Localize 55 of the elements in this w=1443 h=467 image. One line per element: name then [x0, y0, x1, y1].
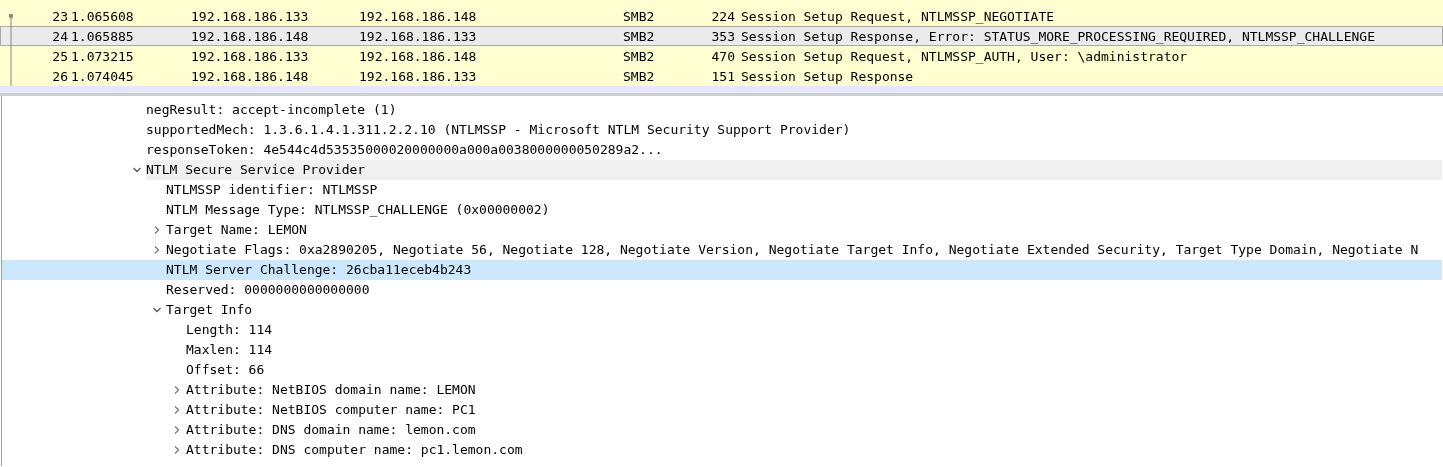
tree-item[interactable]: NTLM Secure Service Provider	[146, 160, 1442, 180]
destination-address: 192.168.186.133	[359, 28, 478, 44]
packet-info: Session Setup Response	[740, 68, 914, 84]
packet-time: 1.074045	[70, 68, 135, 84]
tree-item[interactable]: NTLM Message Type: NTLMSSP_CHALLENGE (0x00000002)	[166, 200, 1442, 220]
packet-number: 23	[51, 8, 68, 24]
packet-time: 1.065885	[70, 28, 135, 44]
packet-row[interactable]: 24 1.065885 192.168.186.148 192.168.186.133 SMB2 353 Session Setup Response, Error: STATUS_MORE_PROCESSING_REQUIRED, NTLMSSP_CHALLENGE	[0, 26, 1443, 46]
packet-number: 26	[51, 68, 68, 84]
tree-item[interactable]: negResult: accept-incomplete (1)	[146, 100, 1442, 120]
packet-length: 353	[711, 28, 735, 44]
packet-length: 151	[711, 68, 735, 84]
packet-length: 470	[711, 48, 735, 64]
tree-item[interactable]: Negotiate Flags: 0xa2890205, Negotiate 56, Negotiate 128, Negotiate Version, Negotiate Target Info, Negotiate Extended Security, Target Type Domain, Negotiate N	[166, 240, 1442, 260]
protocol-name: SMB2	[623, 68, 656, 84]
tree-item[interactable]: Offset: 66	[186, 360, 1442, 380]
destination-address: 192.168.186.148	[359, 48, 478, 64]
chevron-down-icon[interactable]	[132, 165, 142, 175]
packet-length: 224	[711, 8, 735, 24]
chevron-right-icon[interactable]	[152, 225, 162, 235]
tree-item[interactable]: Attribute: NetBIOS computer name: PC1	[186, 400, 1442, 420]
tree-item[interactable]: Length: 114	[186, 320, 1442, 340]
chevron-right-icon[interactable]	[152, 245, 162, 255]
tree-item[interactable]: Target Info	[166, 300, 1442, 320]
chevron-right-icon[interactable]	[172, 385, 182, 395]
packet-number: 24	[51, 28, 68, 44]
tree-item[interactable]: NTLMSSP identifier: NTLMSSP	[166, 180, 1442, 200]
packet-info: Session Setup Request, NTLMSSP_NEGOTIATE	[740, 8, 1055, 24]
tree-item[interactable]: Attribute: DNS computer name: pc1.lemon.com	[186, 440, 1442, 460]
tree-item[interactable]: Reserved: 0000000000000000	[166, 280, 1442, 300]
packet-info: Session Setup Request, NTLMSSP_AUTH, User: \administrator	[740, 48, 1188, 64]
chevron-right-icon[interactable]	[172, 445, 182, 455]
tree-item[interactable]: NTLM Server Challenge: 26cba11eceb4b243	[166, 260, 1442, 280]
tree-item[interactable]: Maxlen: 114	[186, 340, 1442, 360]
chevron-down-icon[interactable]	[152, 305, 162, 315]
tree-item[interactable]: Attribute: NetBIOS domain name: LEMON	[186, 380, 1442, 400]
source-address: 192.168.186.133	[191, 8, 310, 24]
chevron-right-icon[interactable]	[172, 405, 182, 415]
destination-address: 192.168.186.133	[359, 68, 478, 84]
chevron-right-icon[interactable]	[172, 425, 182, 435]
packet-time: 1.073215	[70, 48, 135, 64]
protocol-name: SMB2	[623, 48, 656, 64]
packet-number: 25	[51, 48, 68, 64]
protocol-name: SMB2	[623, 28, 656, 44]
packet-info: Session Setup Response, Error: STATUS_MORE_PROCESSING_REQUIRED, NTLMSSP_CHALLENGE	[740, 28, 1375, 44]
tree-item[interactable]: Attribute: DNS domain name: lemon.com	[186, 420, 1442, 440]
tree-item[interactable]: responseToken: 4e544c4d53535000020000000a000a0038000000050289a2...	[146, 140, 1442, 160]
source-address: 192.168.186.148	[191, 68, 310, 84]
tree-item[interactable]: supportedMech: 1.3.6.1.4.1.311.2.2.10 (NTLMSSP - Microsoft NTLM Security Support Provider)	[146, 120, 1442, 140]
destination-address: 192.168.186.148	[359, 8, 478, 24]
packet-time: 1.065608	[70, 8, 135, 24]
source-address: 192.168.186.148	[191, 28, 310, 44]
tree-item[interactable]: Target Name: LEMON	[166, 220, 1442, 240]
protocol-name: SMB2	[623, 8, 656, 24]
source-address: 192.168.186.133	[191, 48, 310, 64]
